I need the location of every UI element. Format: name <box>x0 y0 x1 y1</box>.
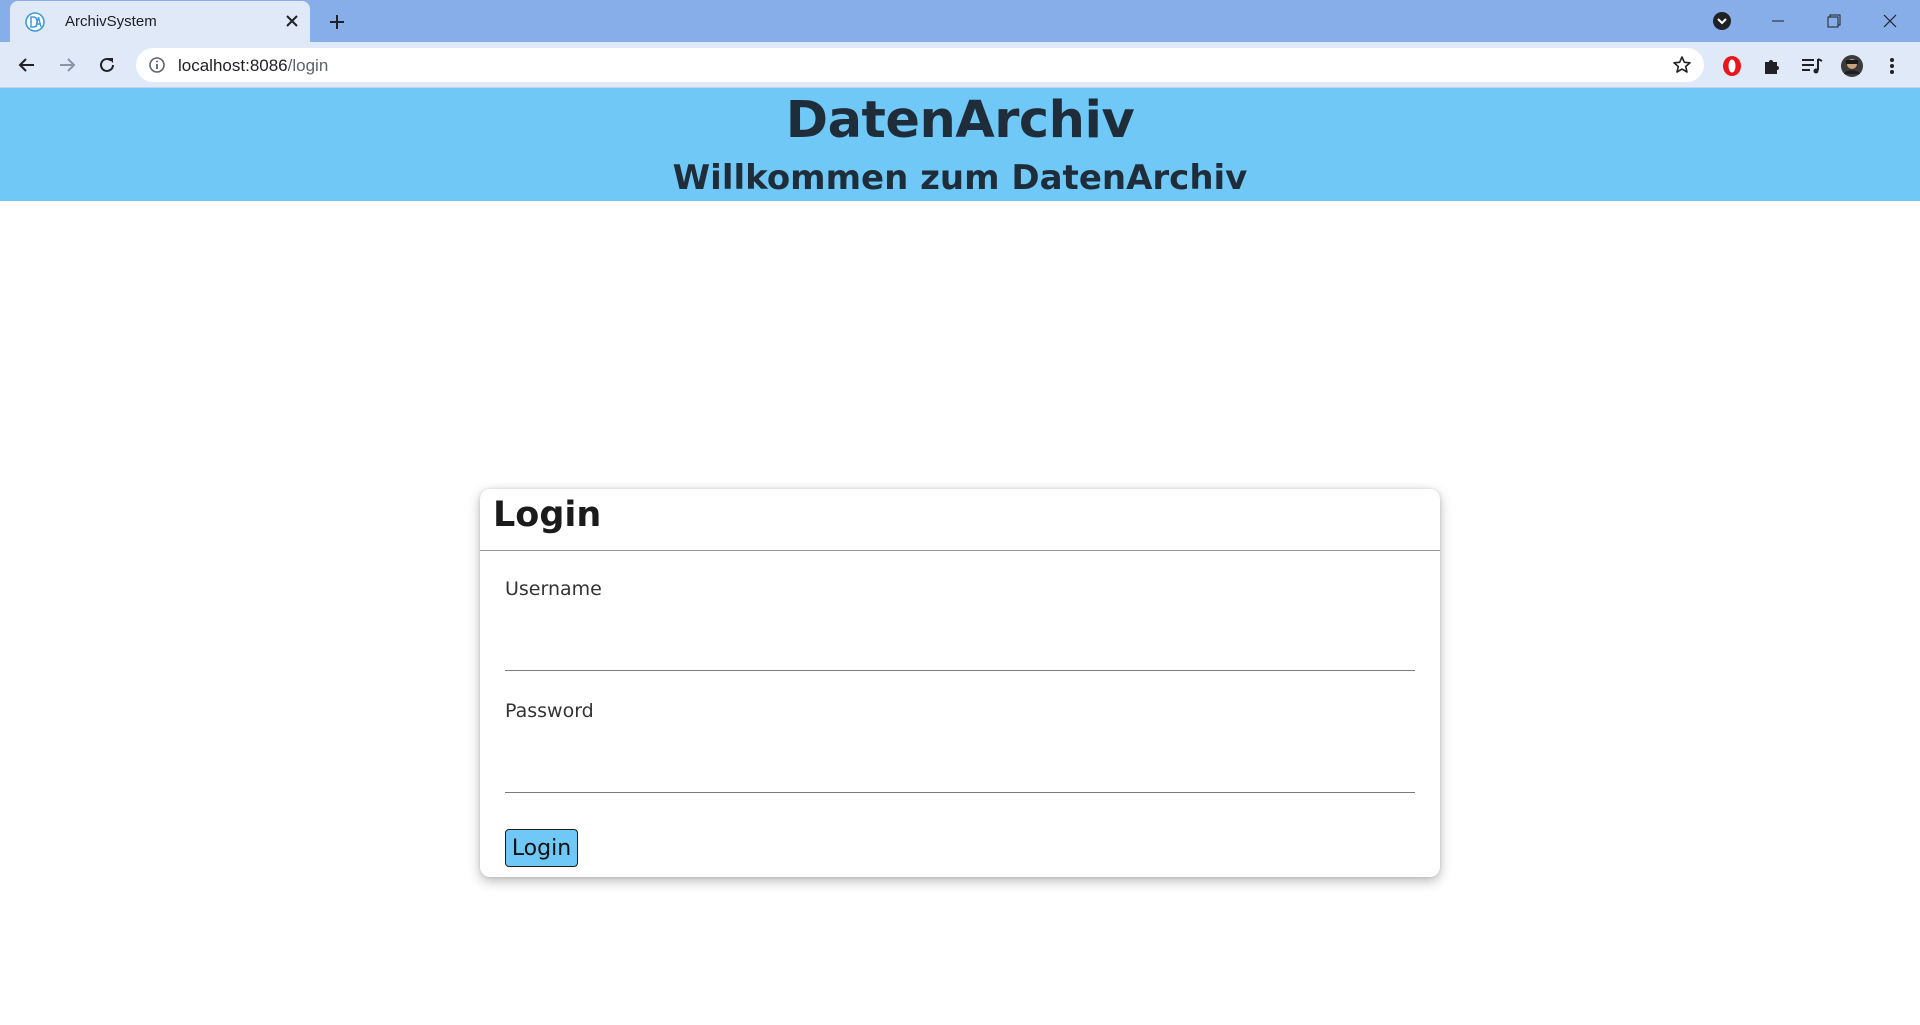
username-input[interactable] <box>505 631 1415 671</box>
minimize-icon[interactable] <box>1750 0 1806 42</box>
archiv-favicon-icon <box>25 12 45 32</box>
media-queue-icon[interactable] <box>1800 54 1824 78</box>
arrow-left-icon[interactable] <box>13 51 41 79</box>
password-input[interactable] <box>505 753 1415 793</box>
reload-icon[interactable] <box>93 51 121 79</box>
restore-icon[interactable] <box>1806 0 1862 42</box>
profile-avatar-icon[interactable] <box>1840 54 1864 78</box>
new-tab-plus-icon[interactable] <box>325 10 349 34</box>
login-button[interactable]: Login <box>505 829 578 867</box>
info-icon[interactable] <box>148 56 166 74</box>
tab-search-icon[interactable] <box>1694 0 1750 42</box>
url-path: /login <box>287 56 329 75</box>
site-header: DatenArchiv Willkommen zum DatenArchiv <box>0 88 1920 201</box>
kebab-menu-icon[interactable] <box>1880 54 1904 78</box>
url-host: localhost:8086 <box>178 56 288 75</box>
browser-toolbar: localhost:8086/login <box>0 42 1920 88</box>
login-card: Login Username Password Login <box>480 489 1440 877</box>
login-title: Login <box>493 495 602 535</box>
card-divider <box>480 550 1440 551</box>
url-text[interactable]: localhost:8086/login <box>178 56 328 76</box>
arrow-right-icon[interactable] <box>53 51 81 79</box>
browser-tab-strip: ArchivSystem <box>0 0 1920 42</box>
browser-tab[interactable]: ArchivSystem <box>10 1 310 42</box>
star-icon[interactable] <box>1672 55 1692 75</box>
address-bar[interactable]: localhost:8086/login <box>136 48 1704 82</box>
password-label: Password <box>505 700 594 722</box>
window-close-icon[interactable] <box>1862 0 1918 42</box>
username-label: Username <box>505 578 602 600</box>
site-subtitle: Willkommen zum DatenArchiv <box>672 158 1248 198</box>
puzzle-icon[interactable] <box>1760 54 1784 78</box>
opera-extension-icon[interactable] <box>1720 54 1744 78</box>
close-icon[interactable] <box>282 11 302 31</box>
tab-title: ArchivSystem <box>65 13 157 30</box>
site-title: DatenArchiv <box>785 91 1135 150</box>
